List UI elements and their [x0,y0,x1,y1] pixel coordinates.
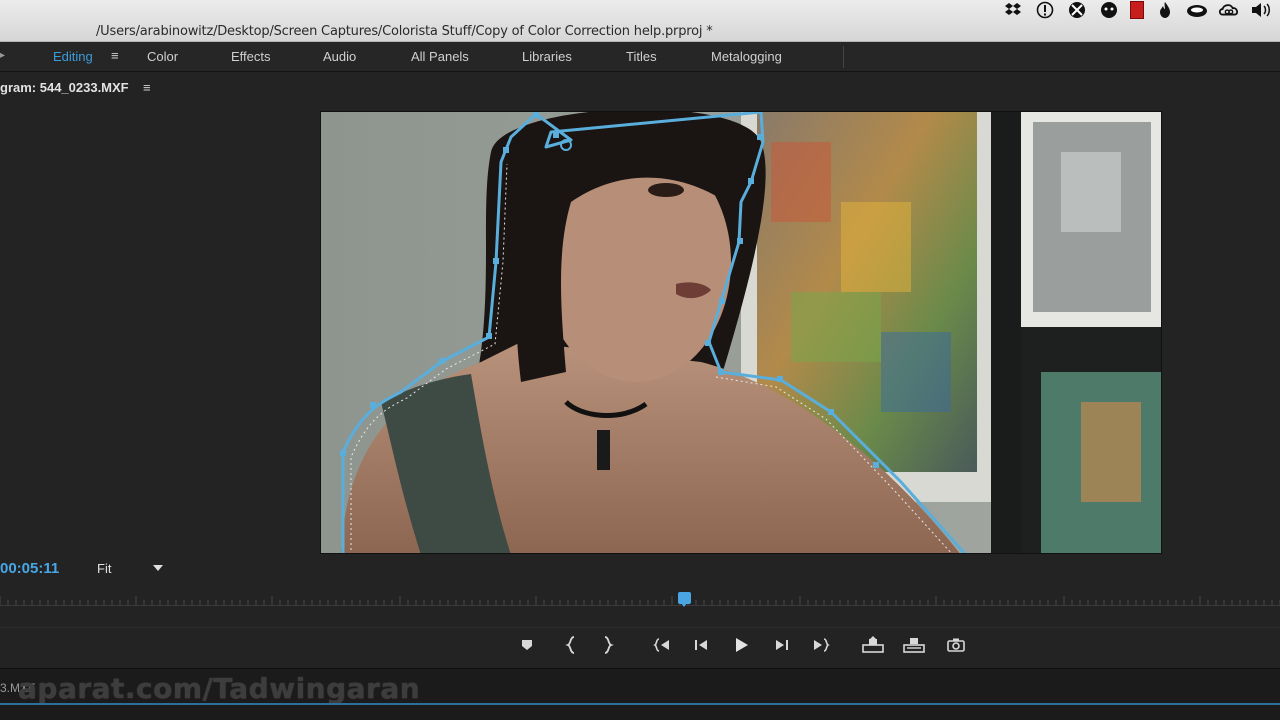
step-back-icon [695,640,707,650]
step-forward-icon [776,640,788,650]
go-to-in-icon [653,638,669,652]
mark-in-button[interactable] [557,633,585,657]
app-window: /Users/arabinowitz/Desktop/Screen Captur… [0,0,1280,720]
panel-edge-arrow-icon: ▸ [0,50,6,61]
lift-icon [862,636,884,653]
tab-all-panels[interactable]: All Panels [411,42,469,72]
playhead-handle[interactable] [678,592,692,607]
workspace-menu-icon[interactable]: ≡ [111,42,119,72]
workspace-bar: ▸ Editing ≡ Color Effects Audio All Pane… [0,42,1280,72]
program-monitor-panel: gram: 544_0233.MXF ≡ 00:05:11 Fit [0,72,1280,668]
step-back-button[interactable] [687,633,715,657]
ruler-baseline [0,605,1280,606]
alert-icon[interactable] [1034,1,1056,19]
watermark: aparat.com/Tadwingaran [18,672,421,705]
ruler-ticks [0,596,1280,605]
tab-libraries[interactable]: Libraries [522,42,572,72]
title-bar: /Users/arabinowitz/Desktop/Screen Captur… [0,0,1280,42]
controls-separator [0,627,1280,628]
tab-effects[interactable]: Effects [231,42,271,72]
extract-button[interactable] [900,633,928,657]
workspace-divider [843,46,844,68]
tab-editing[interactable]: Editing [53,42,93,72]
export-frame-button[interactable] [942,633,970,657]
menubar-tray [1002,0,1272,20]
playhead-timecode[interactable]: 00:05:11 [0,560,59,577]
video-frame[interactable] [320,111,1162,554]
tab-titles[interactable]: Titles [626,42,657,72]
play-button[interactable] [727,633,755,657]
panel-menu-icon[interactable]: ≡ [143,80,151,95]
dropbox-icon[interactable] [1002,1,1024,19]
mark-out-icon [604,636,614,654]
red-app-icon[interactable] [1130,1,1144,19]
game-icon[interactable] [1098,1,1120,19]
marker-icon [522,640,532,650]
step-forward-button[interactable] [768,633,796,657]
add-marker-button[interactable] [513,633,541,657]
crossover-icon[interactable] [1066,1,1088,19]
play-icon [736,638,748,652]
program-monitor-title[interactable]: gram: 544_0233.MXF [0,80,129,102]
flame-icon[interactable] [1154,1,1176,19]
volume-icon[interactable] [1250,1,1272,19]
camera-icon [947,638,965,652]
tab-color[interactable]: Color [147,42,178,72]
tab-metalogging[interactable]: Metalogging [711,42,782,72]
chevron-down-icon [153,565,163,571]
tab-audio[interactable]: Audio [323,42,356,72]
go-to-out-icon [814,638,830,652]
creative-cloud-icon[interactable] [1218,1,1240,19]
video-frame-image [321,112,1161,553]
zoom-fit-value: Fit [97,561,112,576]
time-ruler[interactable] [0,592,1280,610]
mark-in-icon [565,636,575,654]
bottom-panel: 3.MXF aparat.com/Tadwingaran [0,668,1280,720]
zoom-fit-dropdown[interactable]: Fit [97,561,169,579]
go-to-out-button[interactable] [808,633,836,657]
bottom-accent-line [0,703,1280,705]
lift-button[interactable] [859,633,887,657]
go-to-in-button[interactable] [647,633,675,657]
cloud-icon[interactable] [1186,1,1208,19]
window-title: /Users/arabinowitz/Desktop/Screen Captur… [96,24,713,39]
mark-out-button[interactable] [594,633,622,657]
extract-icon [903,638,925,653]
